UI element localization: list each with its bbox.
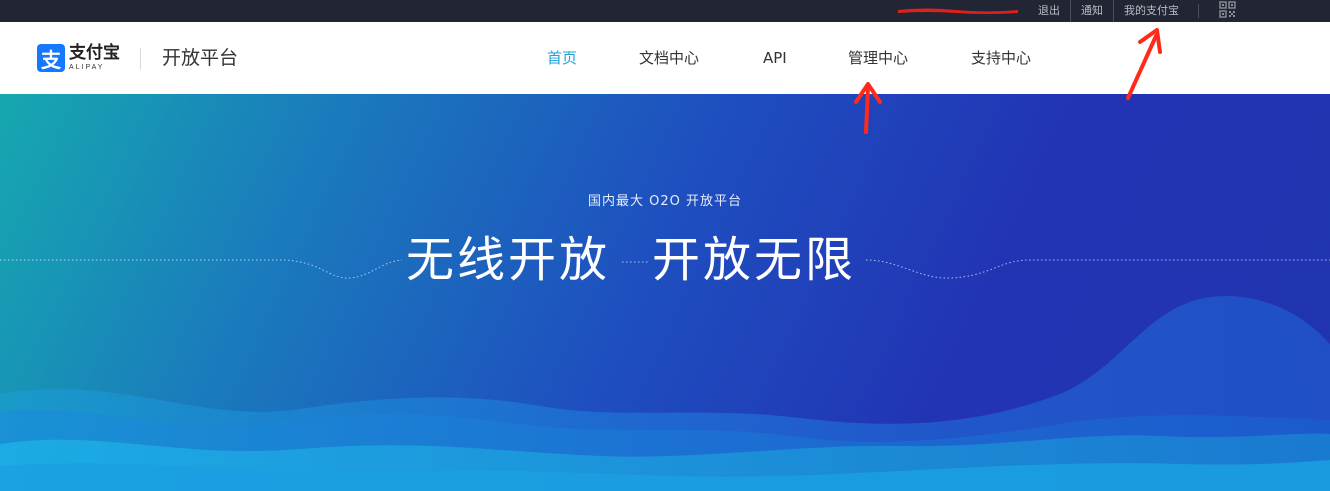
nav-management[interactable]: 管理中心 bbox=[848, 44, 908, 72]
nav-home[interactable]: 首页 bbox=[547, 44, 577, 72]
alipay-logo-icon: 支 bbox=[37, 44, 65, 72]
nav-support[interactable]: 支持中心 bbox=[971, 44, 1031, 72]
platform-title[interactable]: 开放平台 bbox=[162, 44, 238, 72]
logo-name-en: ALIPAY bbox=[69, 64, 105, 71]
qr-code-icon[interactable] bbox=[1219, 1, 1236, 18]
logout-link[interactable]: 退出 bbox=[1028, 0, 1070, 22]
hero-slogan-left: 无线开放 bbox=[406, 232, 611, 288]
my-alipay-link[interactable]: 我的支付宝 bbox=[1113, 0, 1189, 22]
notifications-link[interactable]: 通知 bbox=[1070, 0, 1113, 22]
annotation-arrow-management bbox=[854, 82, 882, 134]
top-bar: 退出 通知 我的支付宝 bbox=[0, 0, 1330, 22]
redacted-username bbox=[898, 8, 1018, 14]
hero-slogan-right: 开放无限 bbox=[652, 232, 857, 288]
hero-banner: 国内最大 O2O 开放平台 无线开放 开放无限 bbox=[0, 94, 1330, 491]
hero-waves bbox=[0, 259, 1330, 491]
alipay-logo[interactable]: 支 支付宝 ALIPAY bbox=[37, 44, 120, 72]
nav-api[interactable]: API bbox=[763, 44, 787, 72]
divider bbox=[1198, 4, 1199, 18]
annotation-arrow-my-alipay bbox=[1126, 28, 1162, 100]
hero-subtitle: 国内最大 O2O 开放平台 bbox=[587, 194, 742, 209]
top-links: 退出 通知 我的支付宝 bbox=[1028, 0, 1189, 22]
nav-docs[interactable]: 文档中心 bbox=[639, 44, 699, 72]
logo-name-cn: 支付宝 bbox=[69, 43, 120, 63]
logo-divider bbox=[140, 48, 141, 70]
